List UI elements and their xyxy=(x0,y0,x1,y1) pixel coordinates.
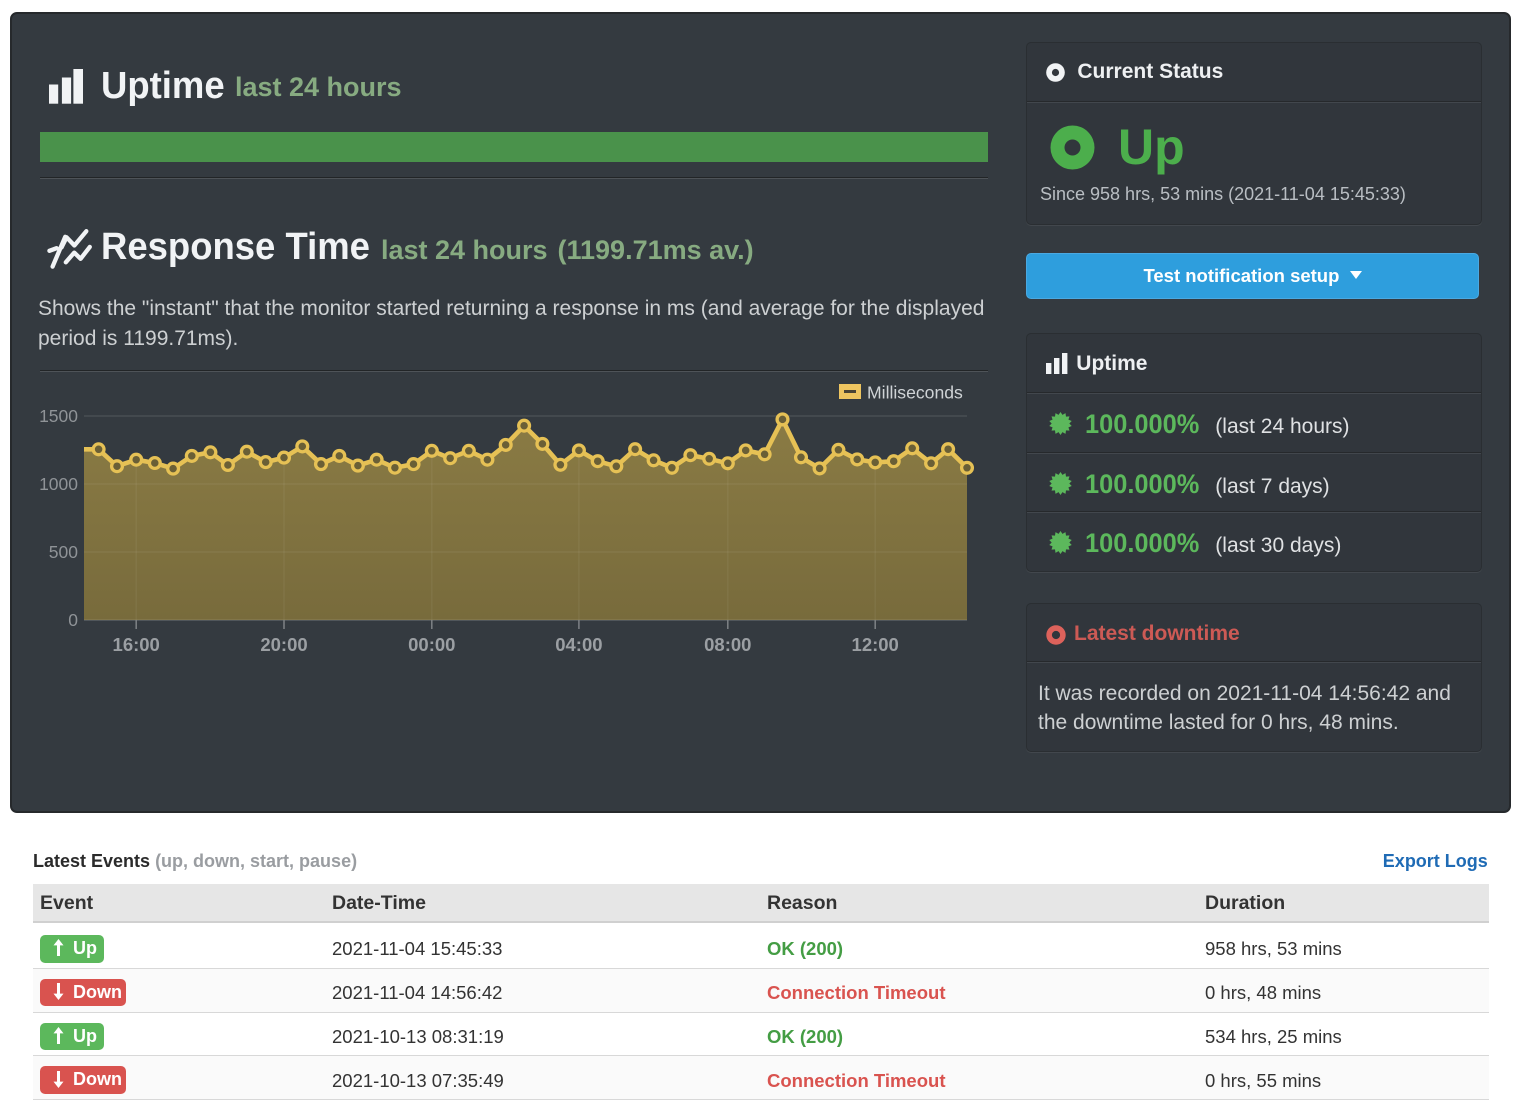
svg-text:Milliseconds: Milliseconds xyxy=(867,383,963,403)
svg-text:1000: 1000 xyxy=(40,474,78,494)
svg-text:16:00: 16:00 xyxy=(113,634,160,655)
svg-text:0: 0 xyxy=(68,610,78,630)
svg-text:00:00: 00:00 xyxy=(408,634,455,655)
svg-text:12:00: 12:00 xyxy=(852,634,899,655)
svg-text:08:00: 08:00 xyxy=(704,634,751,655)
svg-text:04:00: 04:00 xyxy=(555,634,602,655)
svg-text:20:00: 20:00 xyxy=(260,634,307,655)
svg-text:500: 500 xyxy=(49,542,78,562)
svg-text:1500: 1500 xyxy=(40,406,78,426)
